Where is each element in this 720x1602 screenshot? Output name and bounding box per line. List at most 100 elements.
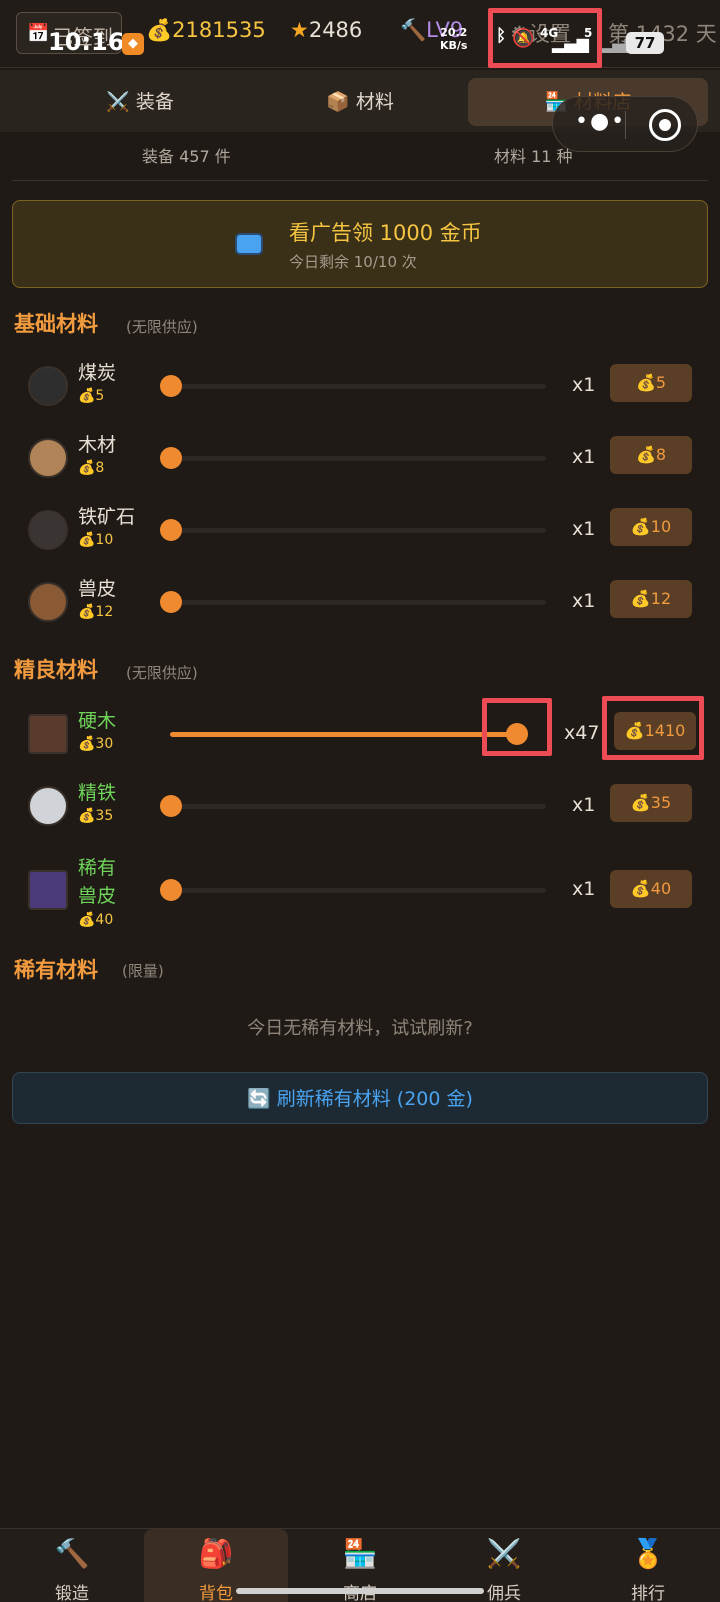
refined-iron-icon	[28, 786, 68, 826]
material-row-rare-hide: 稀有 兽皮 💰40 x1 💰40	[0, 852, 720, 936]
capsule-divider	[625, 111, 626, 139]
material-name: 兽皮	[78, 578, 117, 600]
box-icon: 📦	[326, 91, 350, 113]
quantity-label: x1	[572, 878, 596, 900]
section-note-rare: (限量)	[122, 962, 164, 980]
miniprogram-capsule: •●•	[552, 96, 698, 152]
material-name: 硬木	[78, 710, 117, 732]
watch-ad-button[interactable]: 看广告领 1000 金币 今日剩余 10/10 次	[12, 200, 708, 288]
medal-icon: 🏅	[630, 1537, 666, 1570]
slider-thumb[interactable]	[160, 375, 182, 397]
status-time: 10:16	[48, 28, 125, 56]
quantity-slider[interactable]	[160, 375, 546, 397]
quantity-label: x1	[572, 374, 596, 396]
calendar-icon: 📅	[27, 23, 50, 44]
quantity-label: x1	[572, 518, 596, 540]
money-bag-icon: 💰	[146, 18, 173, 42]
buy-button[interactable]: 💰10	[610, 508, 692, 546]
section-title-rare: 稀有材料	[14, 958, 98, 982]
material-name: 稀有 兽皮	[78, 857, 117, 907]
section-note-basic: (无限供应)	[126, 318, 198, 336]
quantity-slider[interactable]	[160, 591, 546, 613]
slider-thumb[interactable]	[160, 795, 182, 817]
material-name: 木材	[78, 434, 117, 456]
ad-remaining: 今日剩余 10/10 次	[289, 253, 417, 271]
swords-icon: ⚔️	[486, 1537, 522, 1570]
quantity-slider[interactable]	[160, 519, 546, 541]
quantity-label: x1	[572, 446, 596, 468]
nav-ranking-label: 排行	[631, 1584, 665, 1602]
nav-forge-label: 锻造	[55, 1584, 89, 1602]
equipment-count: 装备 457 件	[142, 147, 231, 166]
buy-button[interactable]: 💰8	[610, 436, 692, 474]
tab-materials[interactable]: 📦 材料	[260, 78, 460, 126]
app-notification-icon: ◆	[122, 33, 144, 55]
material-unit-price: 💰40	[78, 912, 114, 928]
section-title-fine: 精良材料	[14, 658, 98, 682]
quantity-slider[interactable]	[170, 723, 528, 745]
quantity-slider[interactable]	[160, 795, 546, 817]
slider-thumb[interactable]	[160, 591, 182, 613]
divider	[12, 180, 708, 181]
highlight-box-status	[488, 8, 602, 68]
home-indicator[interactable]	[236, 1588, 484, 1594]
slider-thumb[interactable]	[160, 519, 182, 541]
nav-ranking[interactable]: 🏅 排行	[576, 1529, 720, 1602]
rare-hide-icon	[28, 870, 68, 910]
net-speed-unit: KB/s	[440, 39, 468, 52]
gold-counter: 💰2181535	[146, 18, 266, 43]
tab-equipment-label: 装备	[135, 91, 174, 113]
rare-empty-message: 今日无稀有材料，试试刷新?	[247, 1018, 473, 1039]
slider-thumb[interactable]	[160, 879, 182, 901]
buy-button[interactable]: 💰40	[610, 870, 692, 908]
tab-equipment[interactable]: ⚔️ 装备	[40, 78, 240, 126]
material-row-coal: 煤炭 💰5 x1 💰5	[0, 356, 720, 416]
material-row-wood: 木材 💰8 x1 💰8	[0, 428, 720, 488]
material-unit-price: 💰5	[78, 388, 105, 404]
hardwood-icon	[28, 714, 68, 754]
gold-value: 2181535	[172, 18, 266, 42]
swords-icon: ⚔️	[106, 91, 130, 113]
buy-button[interactable]: 💰35	[610, 784, 692, 822]
close-miniprogram-icon[interactable]	[649, 109, 681, 141]
hammer-icon: 🔨	[54, 1537, 90, 1570]
wood-icon	[28, 438, 68, 478]
material-row-iron-ore: 铁矿石 💰10 x1 💰10	[0, 500, 720, 560]
material-count: 材料 11 种	[494, 147, 573, 166]
highlight-box-buy	[602, 696, 704, 760]
refresh-rare-button[interactable]: 🔄 刷新稀有材料 (200 金)	[12, 1072, 708, 1124]
material-row-hide: 兽皮 💰12 x1 💰12	[0, 572, 720, 632]
net-speed-value: 20.2	[440, 26, 468, 39]
material-unit-price: 💰12	[78, 604, 114, 620]
tab-materials-label: 材料	[355, 91, 394, 113]
hide-icon	[28, 582, 68, 622]
more-options-icon[interactable]: •●•	[575, 109, 626, 134]
material-unit-price: 💰35	[78, 808, 114, 824]
buy-button[interactable]: 💰5	[610, 364, 692, 402]
star-icon: ★	[290, 18, 309, 42]
quantity-slider[interactable]	[160, 879, 546, 901]
nav-forge[interactable]: 🔨 锻造	[0, 1529, 144, 1602]
shop-icon: 🏪	[342, 1537, 378, 1570]
iron-ore-icon	[28, 510, 68, 550]
battery-indicator: 77	[626, 32, 664, 54]
material-unit-price: 💰8	[78, 460, 105, 476]
slider-thumb[interactable]	[160, 447, 182, 469]
net-speed: 20.2 KB/s	[440, 26, 467, 52]
material-unit-price: 💰30	[78, 736, 114, 752]
buy-button[interactable]: 💰12	[610, 580, 692, 618]
quantity-slider[interactable]	[160, 447, 546, 469]
section-title-basic: 基础材料	[14, 312, 98, 336]
backpack-icon: 🎒	[198, 1537, 234, 1570]
quantity-label: x47	[564, 722, 600, 744]
coal-icon	[28, 366, 68, 406]
material-unit-price: 💰10	[78, 532, 114, 548]
star-value: 2486	[308, 18, 363, 42]
highlight-box-slider	[482, 698, 552, 756]
quantity-label: x1	[572, 590, 596, 612]
section-note-fine: (无限供应)	[126, 664, 198, 682]
material-name: 煤炭	[78, 362, 117, 384]
material-row-refined-iron: 精铁 💰35 x1 💰35	[0, 776, 720, 836]
star-counter: ★2486	[290, 18, 362, 42]
material-name: 铁矿石	[78, 506, 136, 528]
